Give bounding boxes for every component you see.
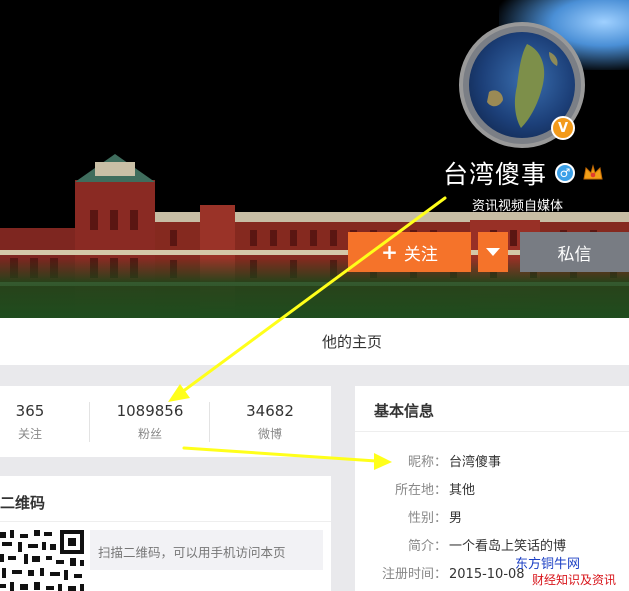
qr-description: 扫描二维码，可以用手机访问本页	[98, 545, 286, 560]
qr-code-image[interactable]	[0, 528, 89, 591]
info-row-nickname: 昵称： 台湾傻事	[352, 451, 501, 470]
info-key: 简介	[407, 539, 434, 554]
info-row-register-date: 注册时间： 2015-10-08	[352, 563, 525, 582]
qr-title: 二维码	[0, 494, 46, 512]
info-separator: ：	[434, 511, 448, 526]
stat-posts[interactable]: 34682 微博	[238, 402, 302, 442]
info-key: 注册时间	[381, 567, 434, 582]
divider	[355, 431, 629, 432]
message-button[interactable]: 私信	[520, 232, 629, 272]
divider	[0, 521, 331, 522]
stat-value: 34682	[246, 402, 294, 420]
info-value: 男	[449, 511, 463, 526]
stat-followers[interactable]: 1089856 粉丝	[110, 402, 190, 442]
watermark-tagline: 财经知识及资讯	[532, 573, 617, 587]
follow-button-label: 关注	[403, 244, 438, 265]
profile-tab-bar: 他的主页	[0, 318, 629, 365]
basic-info-title: 基本信息	[374, 402, 435, 420]
follow-button[interactable]: + 关注	[348, 232, 471, 272]
stat-following[interactable]: 365 关注	[10, 402, 50, 442]
tab-home[interactable]: 他的主页	[322, 331, 382, 352]
info-key: 昵称	[407, 455, 434, 470]
info-value: 2015-10-08	[449, 567, 525, 582]
info-value: 台湾傻事	[449, 455, 502, 470]
chevron-down-icon	[486, 248, 500, 256]
plus-icon: +	[381, 240, 398, 264]
basic-info-card: 基本信息 昵称： 台湾傻事 所在地： 其他 性别：男 简介： 一个看岛上笑话的博 注册…	[355, 386, 629, 591]
stats-card: 365 关注 1089856 粉丝 34682 微博	[0, 386, 331, 457]
stat-label: 微博	[257, 427, 282, 441]
stat-value: 1089856	[116, 402, 184, 420]
info-separator: ：	[434, 455, 448, 470]
info-row-gender: 性别：男	[352, 507, 462, 526]
info-value: 其他	[449, 483, 476, 498]
crown-icon	[583, 164, 603, 180]
stat-value: 365	[15, 402, 45, 420]
info-value: 一个看岛上笑话的博	[449, 539, 567, 554]
info-key: 所在地	[394, 483, 434, 498]
info-separator: ：	[434, 483, 448, 498]
cover-banner: V 台湾傻事 ♂ 资讯视频自媒体 + 关注 私信	[0, 0, 629, 318]
watermark-site-name: 东方铜牛网	[515, 557, 581, 572]
info-row-location: 所在地： 其他	[352, 479, 475, 498]
qr-card: 二维码 扫描二维码，可以用手机访问本页	[0, 476, 331, 591]
stat-divider	[209, 402, 210, 442]
follow-more-button[interactable]	[478, 232, 508, 272]
stat-divider	[89, 402, 90, 442]
stat-label: 关注	[17, 427, 42, 441]
info-separator: ：	[434, 567, 448, 582]
profile-description: 资讯视频自媒体	[472, 199, 564, 214]
message-button-label: 私信	[557, 244, 592, 265]
info-separator: ：	[434, 539, 448, 554]
verified-icon: V	[551, 116, 575, 140]
profile-name: 台湾傻事	[443, 160, 548, 189]
gender-male-icon: ♂	[555, 163, 575, 183]
info-key: 性别	[407, 511, 434, 526]
info-row-bio: 简介： 一个看岛上笑话的博	[352, 535, 566, 554]
stat-label: 粉丝	[137, 427, 162, 441]
